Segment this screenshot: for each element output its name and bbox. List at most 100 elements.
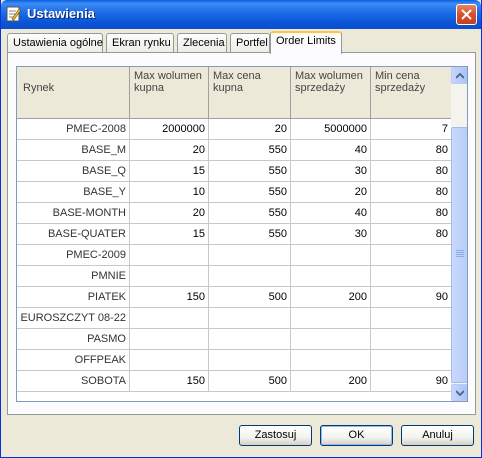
cancel-button[interactable]: Anuluj bbox=[401, 425, 474, 446]
cell-market: BASE_Q bbox=[17, 161, 130, 182]
cell-max-price-buy[interactable]: 550 bbox=[209, 140, 291, 161]
cell-max-volume-buy[interactable]: 10 bbox=[130, 182, 209, 203]
cell-max-price-buy[interactable]: 550 bbox=[209, 161, 291, 182]
column-header-market[interactable]: Rynek bbox=[17, 67, 130, 119]
cell-market: PMNIE bbox=[17, 266, 130, 287]
cell-max-price-buy[interactable] bbox=[209, 245, 291, 266]
cell-max-volume-buy[interactable] bbox=[130, 245, 209, 266]
scrollbar-thumb[interactable] bbox=[451, 127, 467, 383]
cell-max-volume-buy[interactable] bbox=[130, 329, 209, 350]
cell-min-price-sell[interactable] bbox=[371, 308, 451, 329]
table-row[interactable]: BASE_M 20 550 40 80 bbox=[17, 140, 451, 161]
cell-min-price-sell[interactable]: 80 bbox=[371, 224, 451, 245]
cell-max-volume-buy[interactable]: 15 bbox=[130, 224, 209, 245]
cell-max-volume-sell[interactable]: 30 bbox=[291, 224, 371, 245]
cell-market: PMEC-2008 bbox=[17, 119, 130, 140]
cell-market: PMEC-2009 bbox=[17, 245, 130, 266]
cell-max-volume-sell[interactable]: 20 bbox=[291, 182, 371, 203]
cell-max-price-buy[interactable]: 20 bbox=[209, 119, 291, 140]
order-limits-panel: Rynek Max wolumen kupna Max cena kupna M… bbox=[7, 52, 476, 415]
grip-line bbox=[456, 250, 464, 251]
cell-min-price-sell[interactable] bbox=[371, 266, 451, 287]
cell-min-price-sell[interactable]: 90 bbox=[371, 287, 451, 308]
cell-min-price-sell[interactable]: 80 bbox=[371, 161, 451, 182]
tab-order-limits[interactable]: Order Limits bbox=[270, 31, 342, 54]
cell-min-price-sell[interactable] bbox=[371, 350, 451, 371]
cell-market: SOBOTA bbox=[17, 371, 130, 392]
column-header-max-volume-buy[interactable]: Max wolumen kupna bbox=[130, 67, 209, 119]
table-row[interactable]: SOBOTA 150 500 200 90 bbox=[17, 371, 451, 392]
cell-max-volume-buy[interactable]: 150 bbox=[130, 371, 209, 392]
table-row[interactable]: BASE-QUATER 15 550 30 80 bbox=[17, 224, 451, 245]
cell-min-price-sell[interactable]: 90 bbox=[371, 371, 451, 392]
cell-max-volume-buy[interactable] bbox=[130, 350, 209, 371]
tab-market-screen[interactable]: Ekran rynku bbox=[106, 33, 174, 53]
cell-max-volume-sell[interactable] bbox=[291, 329, 371, 350]
cell-max-volume-buy[interactable]: 150 bbox=[130, 287, 209, 308]
cell-min-price-sell[interactable]: 80 bbox=[371, 182, 451, 203]
cell-max-volume-buy[interactable]: 15 bbox=[130, 161, 209, 182]
cell-max-volume-sell[interactable]: 200 bbox=[291, 287, 371, 308]
cell-market: EUROSZCZYT 08-22 bbox=[17, 308, 130, 329]
cell-max-price-buy[interactable] bbox=[209, 266, 291, 287]
column-header-max-price-buy[interactable]: Max cena kupna bbox=[209, 67, 291, 119]
cell-max-volume-sell[interactable]: 30 bbox=[291, 161, 371, 182]
vertical-scrollbar[interactable] bbox=[451, 67, 467, 401]
table-row[interactable]: OFFPEAK bbox=[17, 350, 451, 371]
cell-max-price-buy[interactable]: 500 bbox=[209, 371, 291, 392]
table-row[interactable]: PMNIE bbox=[17, 266, 451, 287]
table-row[interactable]: BASE_Y 10 550 20 80 bbox=[17, 182, 451, 203]
cell-max-volume-buy[interactable] bbox=[130, 266, 209, 287]
tab-strip: Ustawienia ogólne Ekran rynku Zlecenia P… bbox=[7, 31, 477, 54]
cell-max-volume-sell[interactable] bbox=[291, 350, 371, 371]
column-header-min-price-sell[interactable]: Min cena sprzedaży bbox=[371, 67, 451, 119]
apply-button[interactable]: Zastosuj bbox=[239, 425, 312, 446]
close-button[interactable] bbox=[456, 4, 477, 25]
title-bar[interactable]: Ustawienia bbox=[1, 0, 481, 29]
tab-portfolio[interactable]: Portfel bbox=[230, 33, 270, 53]
table-row[interactable]: PMEC-2009 bbox=[17, 245, 451, 266]
cell-min-price-sell[interactable] bbox=[371, 245, 451, 266]
cell-max-price-buy[interactable]: 500 bbox=[209, 287, 291, 308]
table-row[interactable]: BASE-MONTH 20 550 40 80 bbox=[17, 203, 451, 224]
cell-max-volume-buy[interactable]: 2000000 bbox=[130, 119, 209, 140]
cell-max-price-buy[interactable]: 550 bbox=[209, 224, 291, 245]
cell-min-price-sell[interactable]: 80 bbox=[371, 140, 451, 161]
cell-max-price-buy[interactable] bbox=[209, 329, 291, 350]
table-row[interactable]: PASMO bbox=[17, 329, 451, 350]
cell-max-price-buy[interactable]: 550 bbox=[209, 203, 291, 224]
cell-max-volume-buy[interactable]: 20 bbox=[130, 140, 209, 161]
ok-button[interactable]: OK bbox=[320, 425, 393, 446]
cell-max-volume-sell[interactable] bbox=[291, 245, 371, 266]
cell-max-volume-buy[interactable] bbox=[130, 308, 209, 329]
cell-max-volume-sell[interactable] bbox=[291, 308, 371, 329]
column-header-max-volume-sell[interactable]: Max wolumen sprzedaży bbox=[291, 67, 371, 119]
grip-line bbox=[456, 256, 464, 257]
table-row[interactable]: BASE_Q 15 550 30 80 bbox=[17, 161, 451, 182]
scroll-down-button[interactable] bbox=[451, 384, 467, 401]
cell-max-volume-sell[interactable]: 5000000 bbox=[291, 119, 371, 140]
table-row[interactable]: EUROSZCZYT 08-22 bbox=[17, 308, 451, 329]
cell-market: BASE_M bbox=[17, 140, 130, 161]
settings-dialog: Ustawienia Ustawienia ogólne Ekran rynku… bbox=[0, 0, 482, 458]
grip-line bbox=[456, 252, 464, 253]
scroll-up-button[interactable] bbox=[451, 67, 467, 84]
cell-max-price-buy[interactable] bbox=[209, 350, 291, 371]
tab-orders[interactable]: Zlecenia bbox=[177, 33, 227, 53]
table-row[interactable]: PIATEK 150 500 200 90 bbox=[17, 287, 451, 308]
cell-max-volume-sell[interactable] bbox=[291, 266, 371, 287]
order-limits-table: Rynek Max wolumen kupna Max cena kupna M… bbox=[16, 66, 468, 402]
tab-general-settings[interactable]: Ustawienia ogólne bbox=[7, 33, 103, 53]
grip-line bbox=[456, 254, 464, 255]
table-row[interactable]: PMEC-2008 2000000 20 5000000 7 bbox=[17, 119, 451, 140]
cell-max-price-buy[interactable]: 550 bbox=[209, 182, 291, 203]
cell-max-volume-sell[interactable]: 200 bbox=[291, 371, 371, 392]
cell-max-volume-sell[interactable]: 40 bbox=[291, 203, 371, 224]
cell-max-volume-sell[interactable]: 40 bbox=[291, 140, 371, 161]
cell-max-price-buy[interactable] bbox=[209, 308, 291, 329]
cell-market: PIATEK bbox=[17, 287, 130, 308]
cell-min-price-sell[interactable]: 7 bbox=[371, 119, 451, 140]
cell-min-price-sell[interactable] bbox=[371, 329, 451, 350]
cell-min-price-sell[interactable]: 80 bbox=[371, 203, 451, 224]
cell-max-volume-buy[interactable]: 20 bbox=[130, 203, 209, 224]
